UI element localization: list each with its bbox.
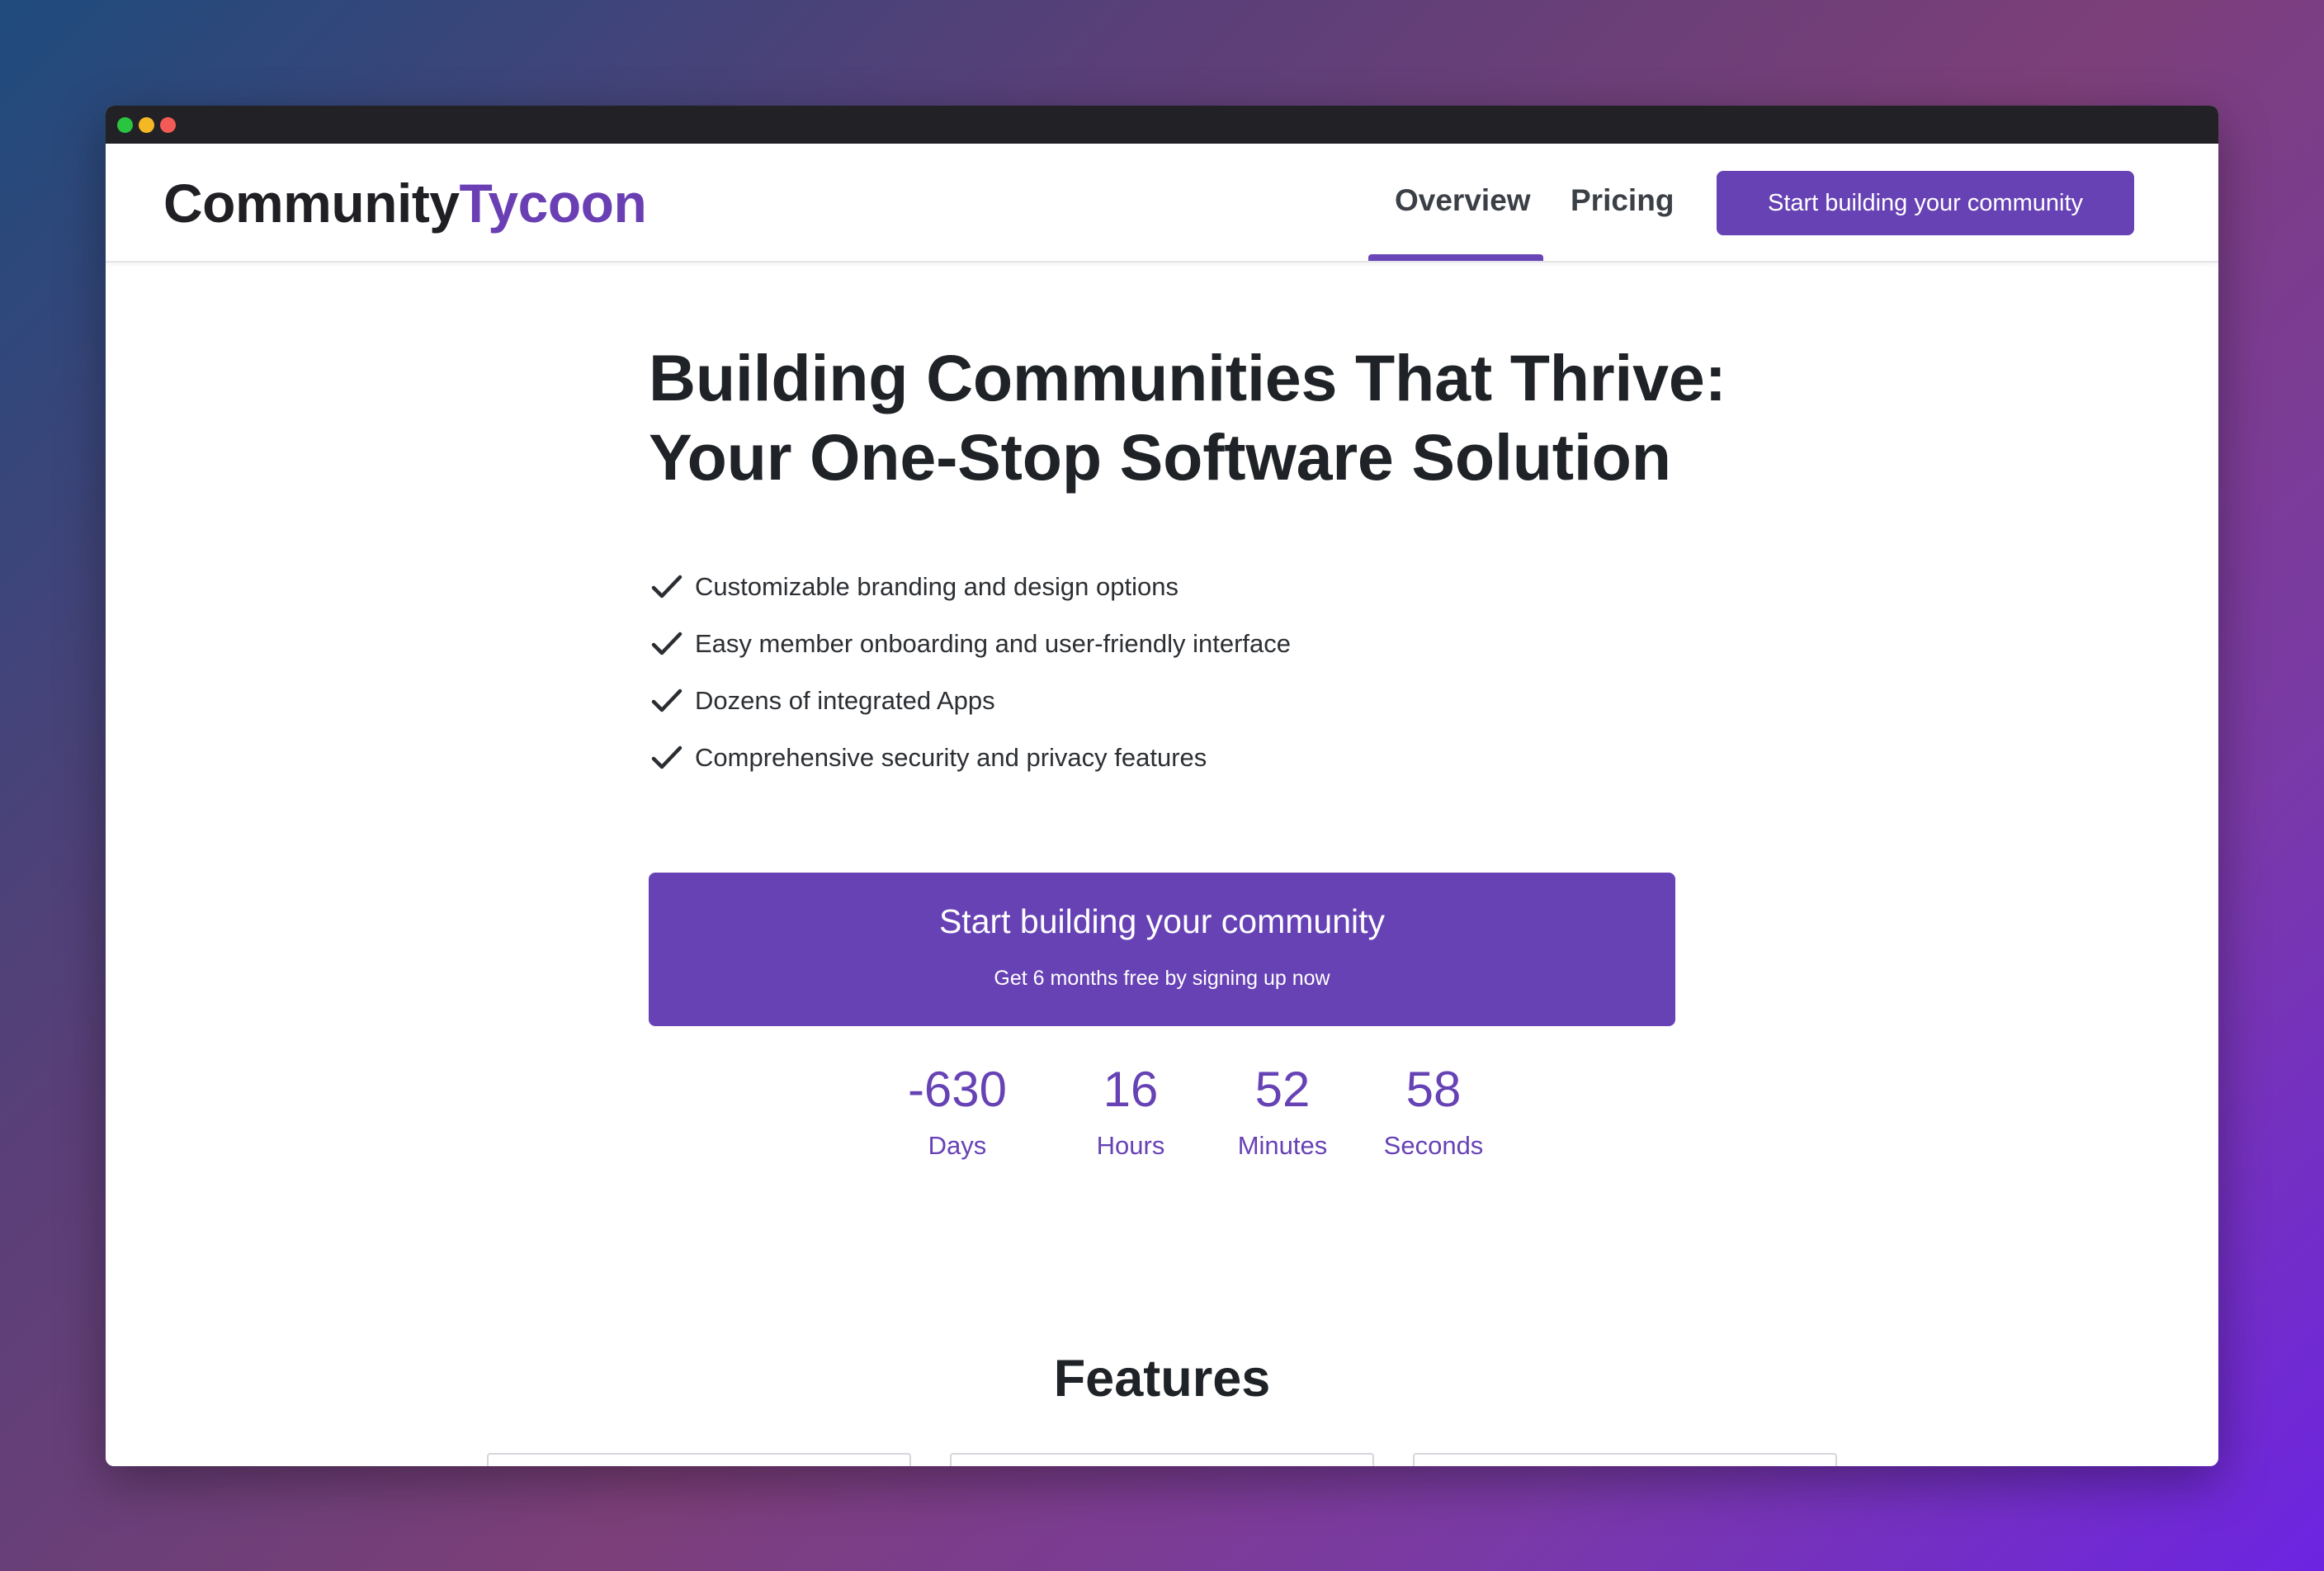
feature-card: [950, 1453, 1374, 1466]
countdown-hours-label: Hours: [1096, 1131, 1165, 1160]
nav-active-indicator: [1368, 254, 1543, 261]
list-item: Dozens of integrated Apps: [650, 672, 1641, 729]
countdown-days: -630 Days: [875, 1060, 1040, 1161]
cta-sub-label: Get 6 months free by signing up now: [994, 967, 1330, 990]
window-minimize-button[interactable]: [139, 117, 154, 133]
start-building-cta-button[interactable]: Start building your community Get 6 mont…: [649, 873, 1675, 1026]
feature-item-text: Dozens of integrated Apps: [695, 685, 995, 715]
check-icon: [651, 745, 683, 769]
feature-card: [487, 1453, 911, 1466]
hero-title: Building Communities That Thrive: Your O…: [649, 338, 1738, 497]
list-item: Customizable branding and design options: [650, 558, 1641, 615]
nav-link-pricing[interactable]: Pricing: [1571, 183, 1674, 218]
countdown-minutes-label: Minutes: [1237, 1131, 1328, 1160]
nav-link-overview[interactable]: Overview: [1395, 183, 1531, 218]
countdown-minutes: 52 Minutes: [1200, 1060, 1365, 1161]
logo[interactable]: CommunityTycoon: [163, 172, 647, 234]
list-item: Easy member onboarding and user-friendly…: [650, 615, 1641, 672]
countdown-hours-value: 16: [1103, 1062, 1159, 1117]
check-icon: [651, 575, 683, 598]
feature-item-text: Comprehensive security and privacy featu…: [695, 742, 1207, 772]
countdown-seconds: 58 Seconds: [1351, 1060, 1516, 1161]
countdown-days-label: Days: [928, 1131, 987, 1160]
feature-item-text: Easy member onboarding and user-friendly…: [695, 628, 1291, 658]
window-titlebar: [106, 106, 2218, 144]
check-icon: [651, 632, 683, 655]
countdown-seconds-label: Seconds: [1383, 1131, 1484, 1160]
logo-part-community: Community: [163, 173, 460, 234]
site-header: CommunityTycoon Overview Pricing Start b…: [106, 144, 2218, 263]
countdown-days-value: -630: [907, 1062, 1008, 1117]
logo-part-tycoon: Tycoon: [459, 173, 647, 234]
list-item: Comprehensive security and privacy featu…: [650, 729, 1641, 786]
countdown-minutes-value: 52: [1254, 1062, 1311, 1117]
check-icon: [651, 688, 683, 712]
countdown-seconds-value: 58: [1405, 1062, 1462, 1117]
hero-title-line-2: Your One-Stop Software Solution: [649, 420, 1671, 494]
header-start-building-button[interactable]: Start building your community: [1717, 171, 2134, 235]
hero-title-line-1: Building Communities That Thrive:: [649, 341, 1726, 414]
browser-window: CommunityTycoon Overview Pricing Start b…: [106, 106, 2218, 1466]
feature-card: [1413, 1453, 1837, 1466]
countdown-hours: 16 Hours: [1048, 1060, 1213, 1161]
feature-item-text: Customizable branding and design options: [695, 571, 1179, 601]
window-maximize-button[interactable]: [117, 117, 133, 133]
window-close-button[interactable]: [160, 117, 176, 133]
feature-checklist: Customizable branding and design options…: [650, 558, 1641, 786]
features-heading: Features: [1053, 1350, 1271, 1408]
cta-main-label: Start building your community: [938, 902, 1386, 940]
